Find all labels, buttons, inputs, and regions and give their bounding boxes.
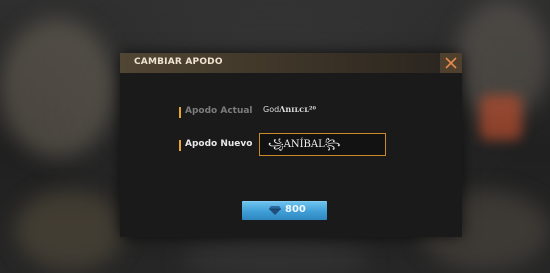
- diamond-icon: [269, 206, 281, 215]
- new-nickname-label: Apodo Nuevo: [185, 139, 253, 149]
- background-blur: [480, 95, 522, 140]
- current-nickname-prefix: God: [263, 105, 280, 114]
- label-accent-bar: [179, 140, 181, 151]
- confirm-cost-button[interactable]: 800: [242, 201, 327, 220]
- background-blur: [180, 240, 370, 273]
- current-nickname-suffix: Ʌnɪʟᴄʟ²⁰: [279, 104, 316, 114]
- dialog-header: CAMBIAR APODO: [120, 53, 462, 73]
- new-nickname-input[interactable]: ꧁ANÍBAL꧂: [259, 133, 386, 156]
- background-blur: [15, 190, 125, 270]
- current-nickname-label: Apodo Actual: [185, 106, 253, 116]
- dialog-title: CAMBIAR APODO: [134, 57, 223, 67]
- change-nickname-dialog: CAMBIAR APODO Apodo Actual GodɅnɪʟᴄʟ²⁰ A…: [120, 53, 462, 237]
- close-icon: [445, 57, 457, 69]
- background-blur: [0, 18, 115, 158]
- close-button[interactable]: [440, 53, 462, 73]
- new-nickname-value: ꧁ANÍBAL꧂: [268, 139, 341, 150]
- current-nickname-value: GodɅnɪʟᴄʟ²⁰: [263, 104, 316, 114]
- label-accent-bar: [179, 107, 181, 118]
- cost-value: 800: [285, 204, 306, 215]
